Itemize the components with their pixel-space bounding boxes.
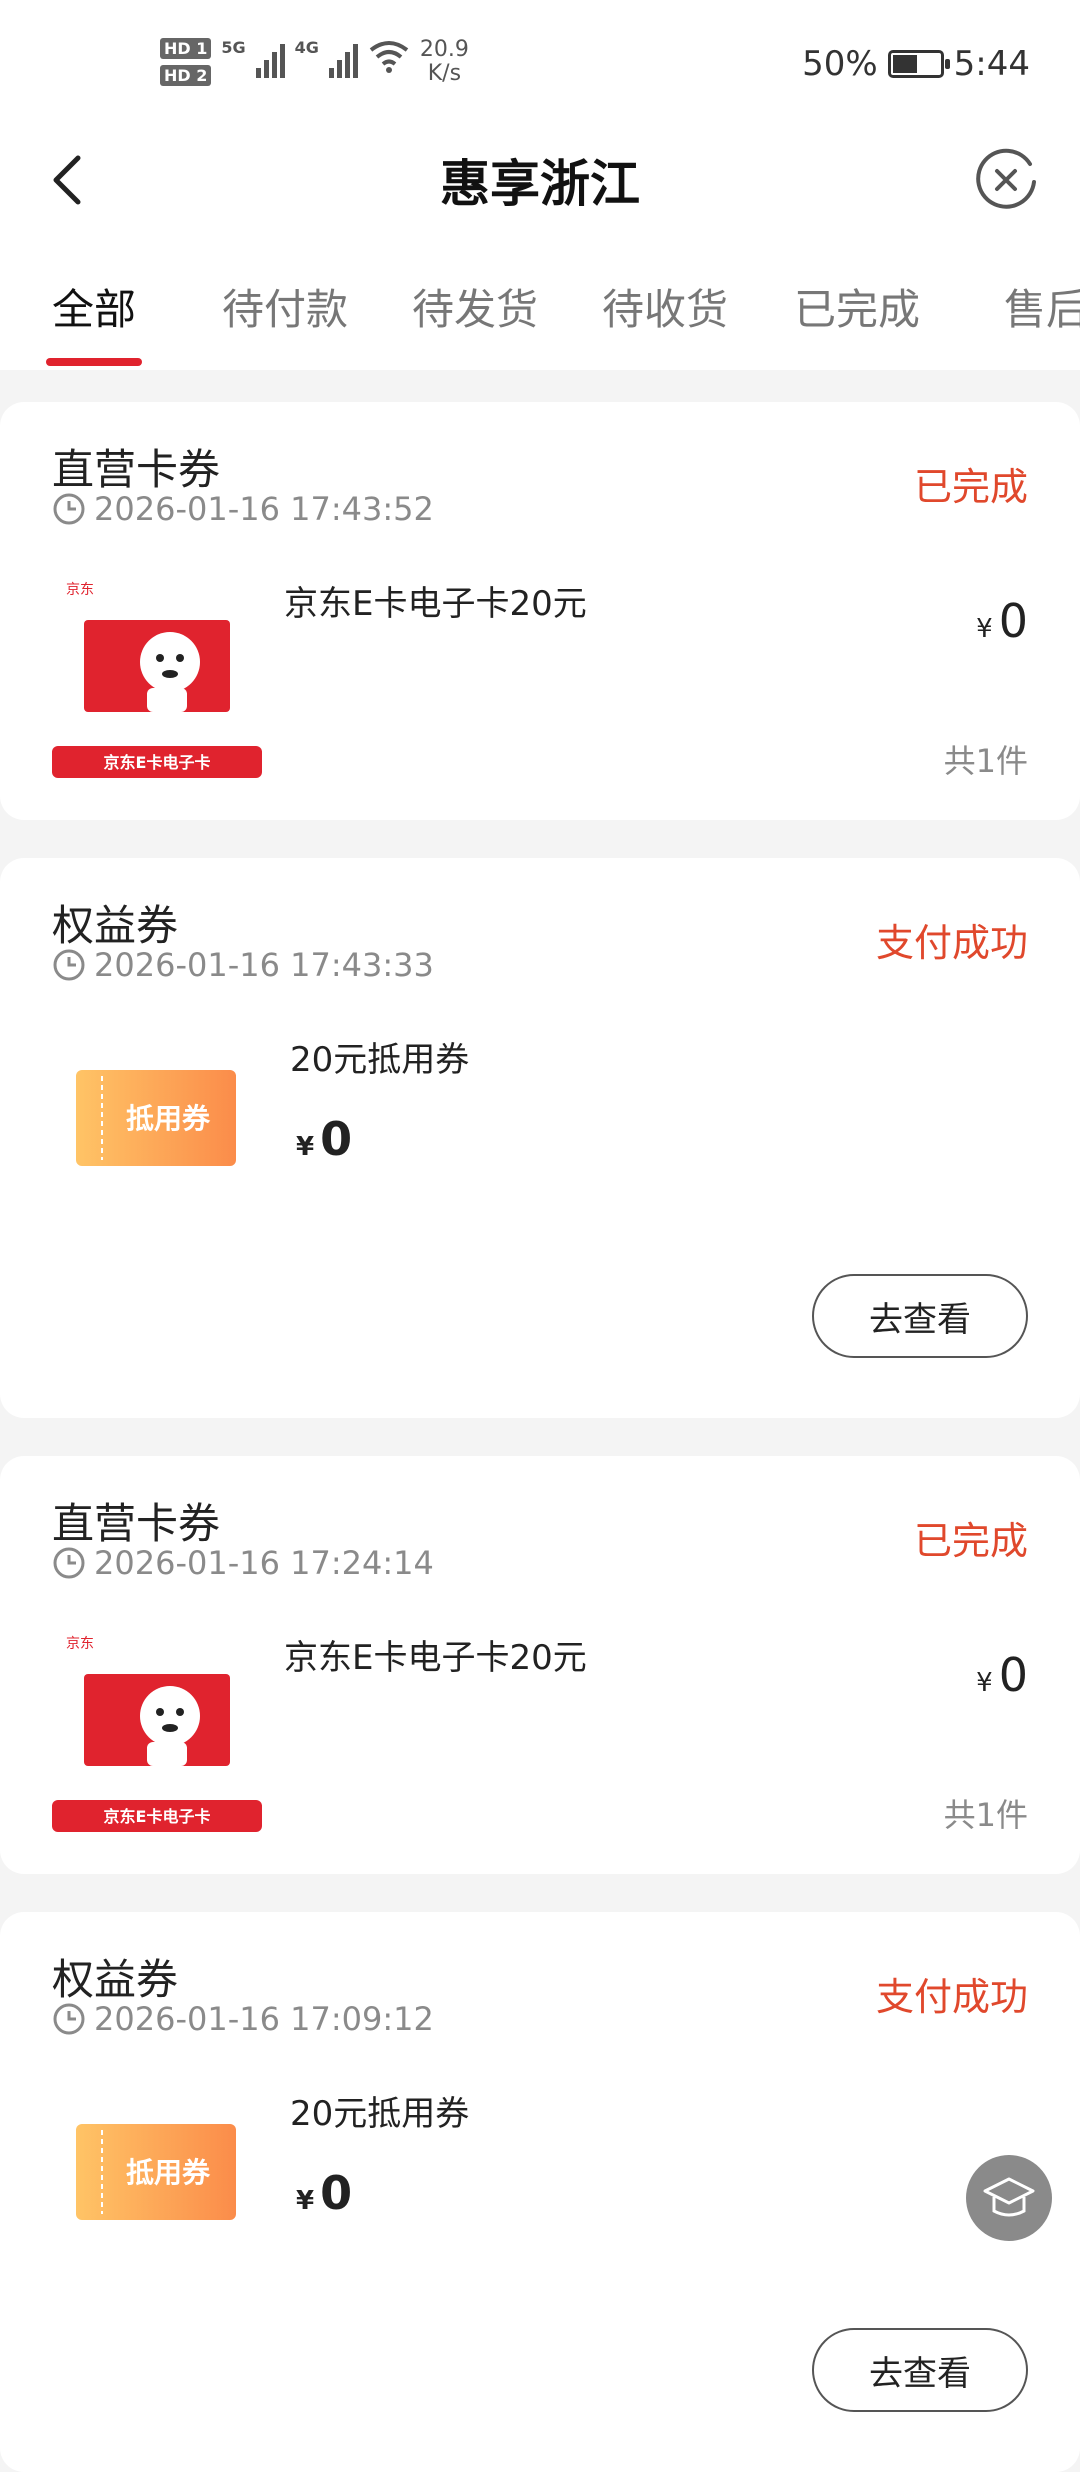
order-status: 已完成 bbox=[913, 1519, 1028, 1563]
jd-ecard-image: 京东 京东E卡电子卡 bbox=[52, 1636, 262, 1832]
view-button[interactable]: 去查看 bbox=[812, 1274, 1028, 1358]
clock-icon bbox=[53, 2003, 85, 2035]
network-type-2: 4G bbox=[294, 38, 319, 57]
coupon-image-text: 抵用券 bbox=[126, 2156, 211, 2189]
order-time: 2026-01-16 17:43:33 bbox=[52, 946, 434, 984]
price-value: 0 bbox=[320, 2166, 353, 2220]
coupon-image-text: 抵用券 bbox=[126, 1102, 211, 1135]
coupon-image: 抵用券 bbox=[76, 2124, 236, 2220]
close-button[interactable] bbox=[968, 142, 1044, 218]
tab-pending-receipt[interactable]: 待收货 bbox=[602, 276, 728, 337]
price-value: 0 bbox=[320, 1112, 353, 1166]
clock-icon bbox=[53, 493, 85, 525]
net-speed: 20.9 K/s bbox=[420, 38, 469, 86]
hd-indicators: HD 1 HD 2 bbox=[160, 38, 212, 86]
jd-ecard-image: 京东 京东E卡电子卡 bbox=[52, 582, 262, 778]
close-circle-icon bbox=[976, 148, 1036, 209]
order-card[interactable]: 权益券 2026-01-16 17:09:12 支付成功 抵用券 20元抵用券 … bbox=[0, 1912, 1080, 2472]
currency-symbol: ¥ bbox=[296, 2186, 315, 2216]
order-time-text: 2026-01-16 17:09:12 bbox=[94, 2000, 434, 2038]
graduation-cap-icon bbox=[983, 2177, 1035, 2217]
jd-card-caption: 京东E卡电子卡 bbox=[104, 753, 211, 772]
order-time-text: 2026-01-16 17:43:33 bbox=[94, 946, 434, 984]
order-card[interactable]: 权益券 2026-01-16 17:43:33 支付成功 抵用券 20元抵用券 … bbox=[0, 858, 1080, 1418]
product-price: ¥0 bbox=[976, 594, 1028, 648]
order-category: 权益券 bbox=[52, 901, 179, 950]
order-time-text: 2026-01-16 17:24:14 bbox=[94, 1544, 434, 1582]
hd2-badge: HD 2 bbox=[160, 65, 212, 86]
status-bar-right: 50% 5:44 bbox=[802, 44, 1030, 84]
order-card[interactable]: 直营卡券 2026-01-16 17:24:14 已完成 京东 京东E卡电子卡 … bbox=[0, 1456, 1080, 1874]
clock-icon bbox=[53, 1547, 85, 1579]
order-card[interactable]: 直营卡券 2026-01-16 17:43:52 已完成 京东 京东E卡电子卡 … bbox=[0, 402, 1080, 820]
tab-completed[interactable]: 已完成 bbox=[794, 276, 920, 337]
product-name: 京东E卡电子卡20元 bbox=[284, 584, 587, 624]
item-count: 共1件 bbox=[943, 1796, 1028, 1834]
product-price: ¥0 bbox=[976, 1648, 1028, 1702]
item-count: 共1件 bbox=[943, 742, 1028, 780]
tab-pending-payment[interactable]: 待付款 bbox=[222, 276, 348, 337]
battery-percent: 50% bbox=[802, 44, 878, 84]
product-name: 京东E卡电子卡20元 bbox=[284, 1638, 587, 1678]
network-type-1: 5G bbox=[221, 38, 246, 57]
order-tabs: 全部 待付款 待发货 待收货 已完成 售后 bbox=[0, 230, 1080, 370]
status-bar-left: HD 1 HD 2 5G 4G 20.9 K/s bbox=[160, 38, 469, 86]
signal-icon-1 bbox=[255, 38, 285, 78]
hd1-badge: HD 1 bbox=[160, 38, 212, 59]
order-status: 已完成 bbox=[913, 465, 1028, 509]
jd-brand-text: 京东 bbox=[66, 582, 94, 598]
product-name: 20元抵用券 bbox=[290, 2094, 470, 2134]
net-speed-value: 20.9 bbox=[419, 37, 469, 62]
product-price: ¥0 bbox=[296, 1112, 352, 1166]
order-status: 支付成功 bbox=[875, 1975, 1028, 2019]
tab-pending-shipment[interactable]: 待发货 bbox=[412, 276, 538, 337]
order-category: 直营卡券 bbox=[52, 1499, 221, 1548]
order-category: 权益券 bbox=[52, 1955, 179, 2004]
currency-symbol: ¥ bbox=[976, 614, 993, 644]
status-bar: HD 1 HD 2 5G 4G 20.9 K/s 50% 5:44 bbox=[0, 0, 1080, 130]
page-title: 惠享浙江 bbox=[440, 155, 640, 213]
price-value: 0 bbox=[998, 594, 1028, 648]
floating-help-button[interactable] bbox=[966, 2155, 1052, 2241]
tab-all[interactable]: 全部 bbox=[52, 276, 136, 337]
wifi-icon bbox=[369, 41, 409, 73]
signal-icon-2 bbox=[328, 38, 358, 78]
active-tab-indicator bbox=[46, 358, 142, 366]
nav-bar: 惠享浙江 bbox=[0, 130, 1080, 230]
price-value: 0 bbox=[998, 1648, 1028, 1702]
jd-brand-text: 京东 bbox=[66, 1636, 94, 1652]
product-price: ¥0 bbox=[296, 2166, 352, 2220]
order-time: 2026-01-16 17:24:14 bbox=[52, 1544, 434, 1582]
clock-icon bbox=[53, 949, 85, 981]
order-status: 支付成功 bbox=[875, 921, 1028, 965]
coupon-image: 抵用券 bbox=[76, 1070, 236, 1166]
jd-card-caption: 京东E卡电子卡 bbox=[104, 1807, 211, 1826]
order-category: 直营卡券 bbox=[52, 445, 221, 494]
order-time-text: 2026-01-16 17:43:52 bbox=[94, 490, 434, 528]
net-speed-unit: K/s bbox=[427, 61, 462, 86]
currency-symbol: ¥ bbox=[976, 1668, 993, 1698]
clock-time: 5:44 bbox=[953, 44, 1030, 84]
view-button[interactable]: 去查看 bbox=[812, 2328, 1028, 2412]
battery-icon bbox=[887, 50, 950, 78]
order-time: 2026-01-16 17:09:12 bbox=[52, 2000, 434, 2038]
currency-symbol: ¥ bbox=[296, 1132, 315, 1162]
product-name: 20元抵用券 bbox=[290, 1040, 470, 1080]
order-time: 2026-01-16 17:43:52 bbox=[52, 490, 434, 528]
tab-after-sales[interactable]: 售后 bbox=[1004, 276, 1080, 337]
